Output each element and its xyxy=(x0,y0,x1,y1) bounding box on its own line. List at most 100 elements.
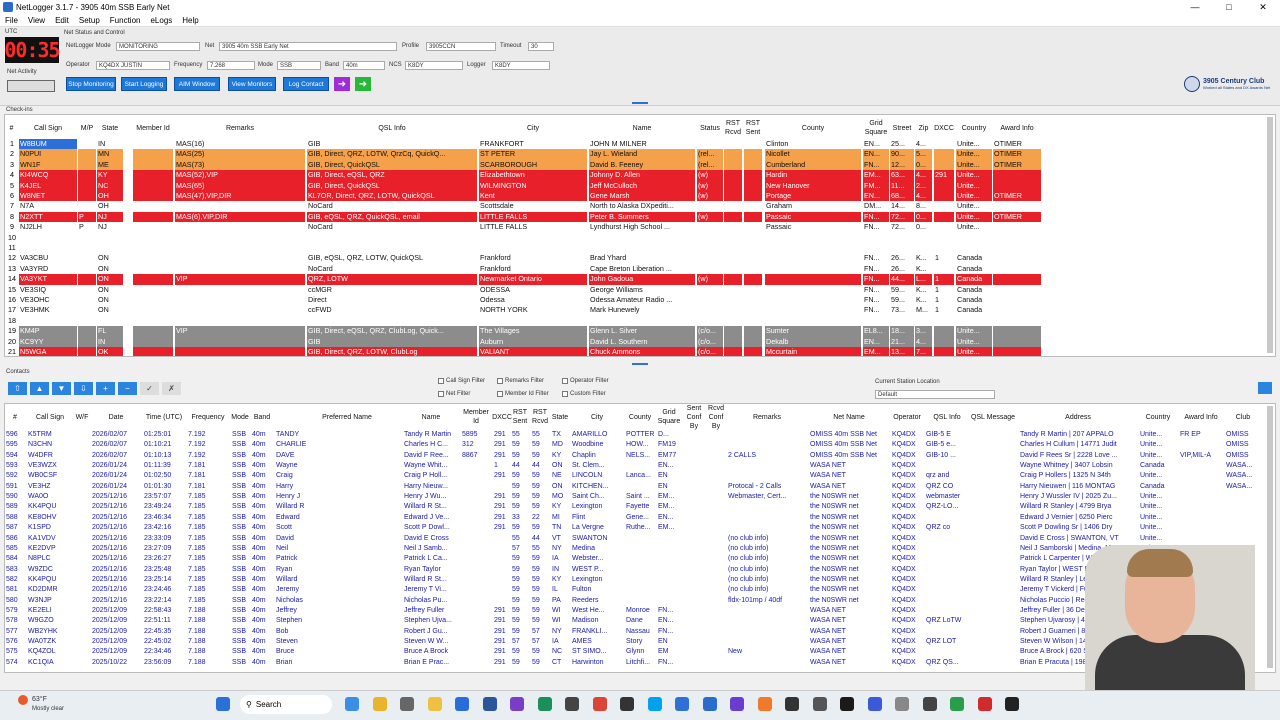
contact-row[interactable]: 588 KE8OHV 2025/12/16 23:46:34 7.185 SSB 40m Ed… xyxy=(5,513,1265,523)
contact-row[interactable]: 586 KA1VDV 2025/12/16 23:33:09 7.185 SSB 40m Da… xyxy=(5,534,1265,544)
checkins-col-header[interactable]: Zip xyxy=(915,117,932,139)
app-icon-d[interactable] xyxy=(620,697,634,711)
checkin-row[interactable]: 10 xyxy=(5,233,1045,243)
menu-item-function[interactable]: Function xyxy=(105,16,146,25)
checkin-row[interactable]: 8 N2XTT P NJ MAS(6),VIP,DIR GIB, eQSL, QRZ, Q… xyxy=(5,211,1045,223)
arrow-right-green-icon[interactable]: ➜ xyxy=(355,77,371,91)
view-monitors-button[interactable]: View Monitors xyxy=(228,77,276,91)
contact-row[interactable]: 579 KE2ELI 2025/12/09 22:58:43 7.188 SSB 40m Je… xyxy=(5,606,1265,616)
app-icon-l[interactable] xyxy=(867,697,882,711)
app-icon-p[interactable] xyxy=(977,697,992,711)
contact-row[interactable]: 593 VE3WZX 2026/01/24 01:11:39 7.181 SSB 40m Wa… xyxy=(5,461,1265,471)
start-icon[interactable] xyxy=(216,697,230,711)
profile-field[interactable]: 3905CCN xyxy=(426,42,496,51)
checkin-row[interactable]: 19 KM4P FL VIP GIB, Direct, eQSL, QRZ, ClubL… xyxy=(5,326,1045,337)
contacts-col-header[interactable]: # xyxy=(5,406,25,428)
contacts-col-header[interactable]: QSL Info xyxy=(925,406,969,428)
contact-row[interactable]: 589 KK4PQU 2025/12/16 23:49:24 7.185 SSB 40m Wi… xyxy=(5,502,1265,512)
contacts-col-header[interactable]: Frequency xyxy=(187,406,229,428)
contacts-col-header[interactable]: Net Name xyxy=(809,406,889,428)
move-first-icon[interactable]: ⇧ xyxy=(8,382,27,395)
checkin-row[interactable]: 20 KC9YY IN GIB Auburn David L. Southern (c/o.… xyxy=(5,336,1045,347)
contacts-col-header[interactable]: Time (UTC) xyxy=(143,406,185,428)
widgets-icon[interactable] xyxy=(345,697,359,711)
operator-filter-checkbox[interactable]: Operator Filter xyxy=(562,378,609,384)
checkins-col-header[interactable]: Call Sign xyxy=(19,117,77,139)
contact-row[interactable]: 584 N8PLC 2025/12/16 23:26:27 7.185 SSB 40m Pat… xyxy=(5,554,1265,564)
contacts-col-header[interactable]: Band xyxy=(251,406,273,428)
aim-window-button[interactable]: AIM Window xyxy=(174,77,220,91)
checkin-row[interactable]: 15 VE3SIQ ON ccMGR ODESSA George Williams FN..… xyxy=(5,284,1045,295)
custom-filter-checkbox[interactable]: Custom Filter xyxy=(562,391,606,397)
log-contact-button[interactable]: Log Contact xyxy=(283,77,329,91)
checkin-row[interactable]: 13 VA3YRD ON NoCard Frankford Cape Breton Lib… xyxy=(5,263,1045,275)
band-field[interactable]: 40m xyxy=(343,61,385,70)
remove-icon[interactable]: − xyxy=(118,382,137,395)
contact-row[interactable]: 594 W4DFR 2026/02/07 01:10:13 7.192 SSB 40m DAV… xyxy=(5,451,1265,461)
start-logging-button[interactable]: Start Logging xyxy=(121,77,167,91)
contacts-col-header[interactable]: Award Info xyxy=(1179,406,1223,428)
checkins-col-header[interactable]: Country xyxy=(956,117,992,139)
checkin-row[interactable]: 16 VE3OHC ON Direct Odessa Odessa Amateur Rad… xyxy=(5,295,1045,306)
contact-row[interactable]: 575 KQ4ZOL 2025/12/09 22:34:46 7.188 SSB 40m Br… xyxy=(5,647,1265,657)
app-icon-c[interactable] xyxy=(565,697,579,711)
netlogger-icon[interactable] xyxy=(702,697,717,711)
checkin-row[interactable]: 4 KI4WCQ KY MAS(52),VIP GIB, Direct, eQSL, Q… xyxy=(5,170,1045,181)
contact-row[interactable]: 581 KD2DMR 2025/12/16 23:24:46 7.185 SSB 40m Je… xyxy=(5,585,1265,595)
checkins-col-header[interactable]: # xyxy=(5,117,18,139)
contacts-col-header[interactable]: QSL Message xyxy=(969,406,1017,428)
file-explorer-icon[interactable] xyxy=(372,697,387,711)
app-icon-n[interactable] xyxy=(922,697,937,711)
checkin-row[interactable]: 12 VA3CBU ON GIB, eQSL, QRZ, LOTW, QuickQSL… xyxy=(5,253,1045,264)
checkin-row[interactable]: 7 N7A OH NoCard Scottsdale North to Alaska DX… xyxy=(5,201,1045,212)
contact-row[interactable]: 590 WA0O 2025/12/16 23:57:07 7.185 SSB 40m Henr… xyxy=(5,492,1265,502)
frequency-field[interactable]: 7.268 xyxy=(207,61,255,70)
contacts-col-header[interactable]: County xyxy=(625,406,655,428)
net-select[interactable]: 3905 40m SSB Early Net xyxy=(219,42,397,51)
app-icon-m[interactable] xyxy=(895,697,909,711)
contact-row[interactable]: 574 KC1QIA 2025/10/22 23:56:09 7.188 SSB 40m Br… xyxy=(5,658,1265,668)
stop-monitoring-button[interactable]: Stop Monitoring xyxy=(66,77,116,91)
app-icon-j[interactable] xyxy=(812,697,827,711)
export-icon[interactable] xyxy=(1258,382,1272,394)
check-icon[interactable]: ✓ xyxy=(140,382,159,395)
contacts-col-header[interactable]: Name xyxy=(403,406,459,428)
checkins-col-header[interactable]: County xyxy=(765,117,861,139)
checkin-row[interactable]: 3 WN1F ME MAS(73) GIB, Direct, QuickQSL SCARB… xyxy=(5,159,1045,171)
contact-row[interactable]: 583 W9ZDC 2025/12/16 23:25:48 7.185 SSB 40m Rya… xyxy=(5,565,1265,575)
contact-row[interactable]: 576 WA0TZK 2025/12/09 22:45:02 7.188 SSB 40m St… xyxy=(5,637,1265,647)
checkins-scrollbar[interactable] xyxy=(1267,117,1273,353)
modesel-field[interactable]: SSB xyxy=(277,61,321,70)
contact-row[interactable]: 585 KE2DVP 2025/12/16 23:27:09 7.185 SSB 40m Ne… xyxy=(5,544,1265,554)
app-icon-g[interactable] xyxy=(730,697,744,711)
app-icon-q[interactable] xyxy=(1005,697,1019,711)
contact-row[interactable]: 582 KK4PQU 2025/12/16 23:25:14 7.185 SSB 40m Wi… xyxy=(5,575,1265,585)
checkins-col-header[interactable]: DXCC xyxy=(934,117,954,139)
app-icon-i[interactable] xyxy=(785,697,799,711)
checkin-row[interactable]: 5 K4JEL NC MAS(65) GIB, Direct, QuickQSL WILM… xyxy=(5,180,1045,191)
arrow-right-purple-icon[interactable]: ➜ xyxy=(334,77,350,91)
checkins-col-header[interactable]: Name xyxy=(589,117,695,139)
contacts-col-header[interactable]: Remarks xyxy=(727,406,807,428)
menu-item-elogs[interactable]: eLogs xyxy=(145,16,177,25)
contacts-col-header[interactable]: W/F xyxy=(75,406,89,428)
checkins-col-header[interactable]: Award Info xyxy=(993,117,1041,139)
cancel-edit-icon[interactable]: ✗ xyxy=(162,382,181,395)
contact-row[interactable]: 577 WB2YHK 2025/12/09 22:45:35 7.188 SSB 40m Bo… xyxy=(5,627,1265,637)
app-icon-k[interactable] xyxy=(840,697,854,711)
contacts-col-header[interactable]: Country xyxy=(1139,406,1177,428)
checkin-row[interactable]: 21 N5WGA OK GIB, Direct, QRZ, LOTW, ClubLog… xyxy=(5,347,1045,356)
remarks-filter-checkbox[interactable]: Remarks Filter xyxy=(497,378,544,384)
weather-icon[interactable] xyxy=(18,695,28,705)
menu-item-setup[interactable]: Setup xyxy=(74,16,105,25)
move-last-icon[interactable]: ⇩ xyxy=(74,382,93,395)
contacts-col-header[interactable]: Address xyxy=(1019,406,1137,428)
checkins-col-header[interactable]: City xyxy=(479,117,587,139)
splitter-handle-top[interactable] xyxy=(632,102,648,104)
contact-row[interactable]: 587 K1SPD 2025/12/16 23:42:16 7.185 SSB 40m Sco… xyxy=(5,523,1265,533)
checkin-row[interactable]: 18 xyxy=(5,316,1045,326)
timeout-field[interactable]: 30 xyxy=(528,42,554,51)
contacts-col-header[interactable]: Operator xyxy=(891,406,923,428)
chrome-icon[interactable] xyxy=(592,697,607,711)
menu-item-help[interactable]: Help xyxy=(177,16,203,25)
